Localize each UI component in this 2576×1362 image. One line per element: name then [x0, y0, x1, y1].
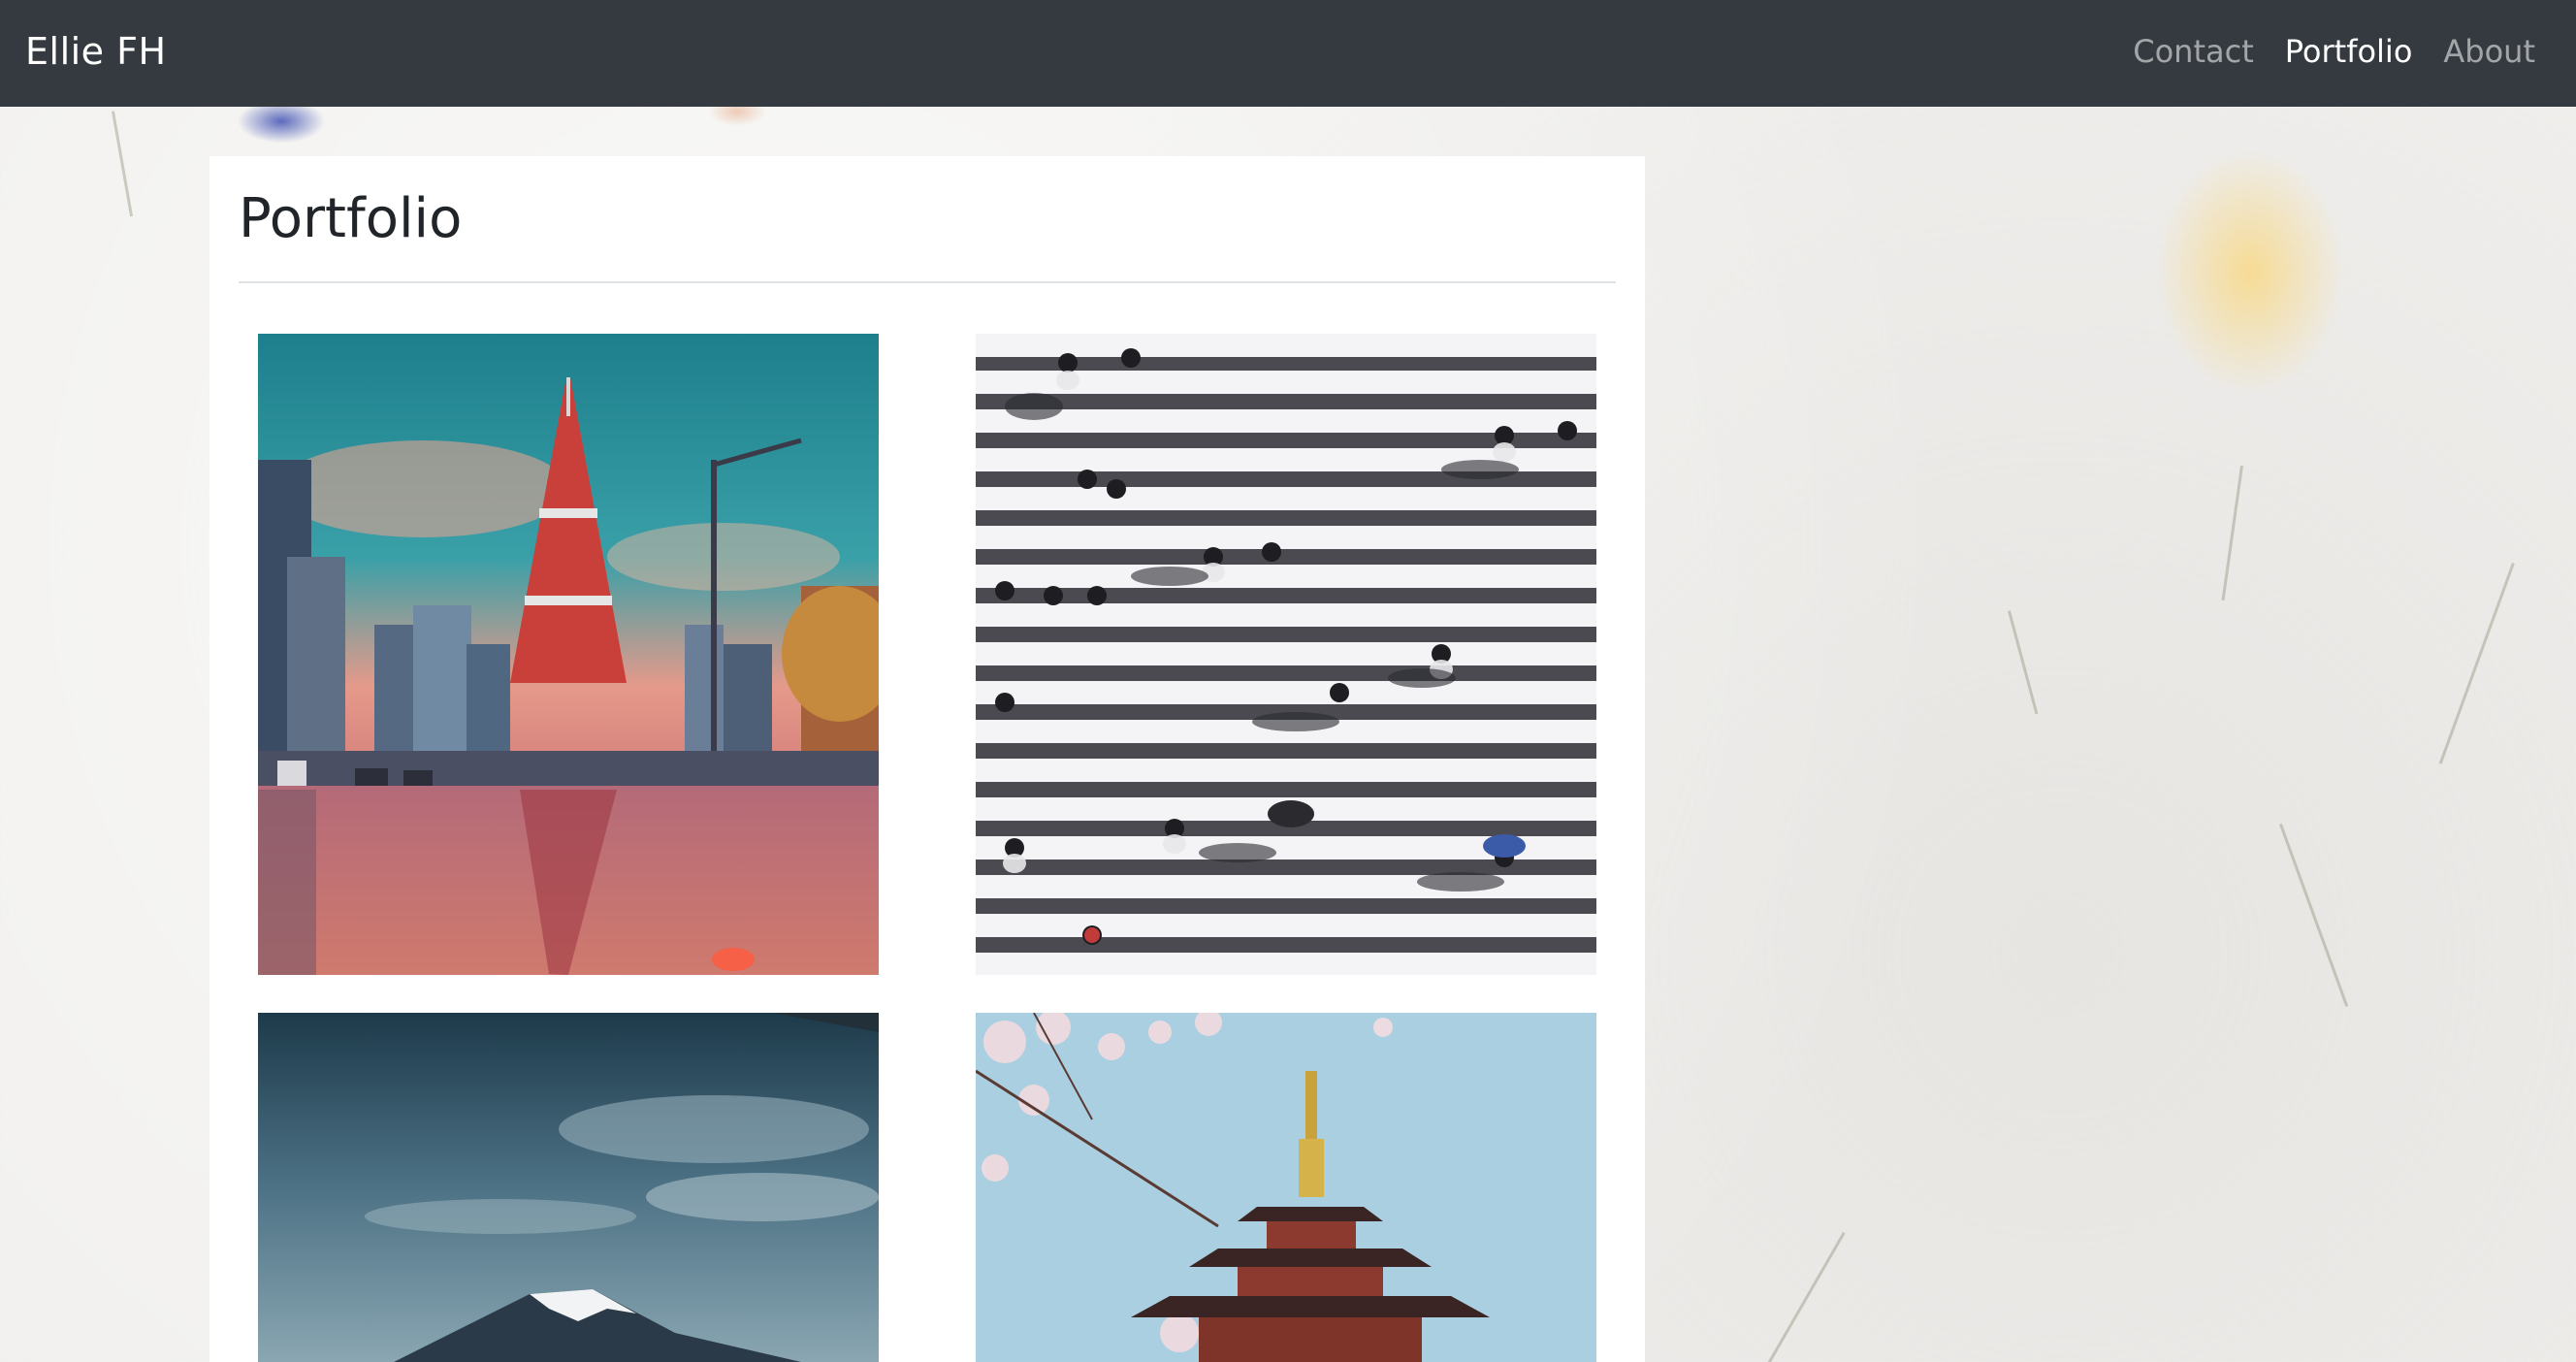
nav-links: Contact Portfolio About	[2117, 27, 2551, 76]
nav-link-portfolio[interactable]: Portfolio	[2270, 27, 2429, 76]
gallery-image-pagoda[interactable]	[976, 1013, 1596, 1362]
nav-link-about[interactable]: About	[2428, 27, 2551, 76]
brand-logo-text[interactable]: Ellie FH	[25, 26, 167, 77]
crosswalk-photo	[976, 334, 1596, 975]
decorative-stem	[2438, 563, 2515, 764]
nav-link-contact[interactable]: Contact	[2117, 27, 2270, 76]
decorative-stem	[2008, 610, 2039, 715]
page-title: Portfolio	[239, 187, 463, 250]
top-navbar: Ellie FH Contact Portfolio About	[0, 0, 2576, 107]
tokyo-tower-photo	[258, 334, 879, 975]
mount-fuji-photo	[258, 1013, 879, 1362]
decorative-stem	[1765, 1232, 1846, 1362]
title-divider	[239, 281, 1616, 283]
gallery-image-tokyo-tower[interactable]	[258, 334, 879, 975]
gallery-image-mount-fuji[interactable]	[258, 1013, 879, 1362]
decorative-stem	[112, 111, 134, 217]
decorative-stem	[2221, 466, 2243, 601]
portfolio-card: Portfolio	[209, 156, 1645, 1362]
gallery-image-crosswalk[interactable]	[976, 334, 1596, 975]
decorative-stem	[2279, 823, 2349, 1007]
pagoda-photo	[976, 1013, 1596, 1362]
